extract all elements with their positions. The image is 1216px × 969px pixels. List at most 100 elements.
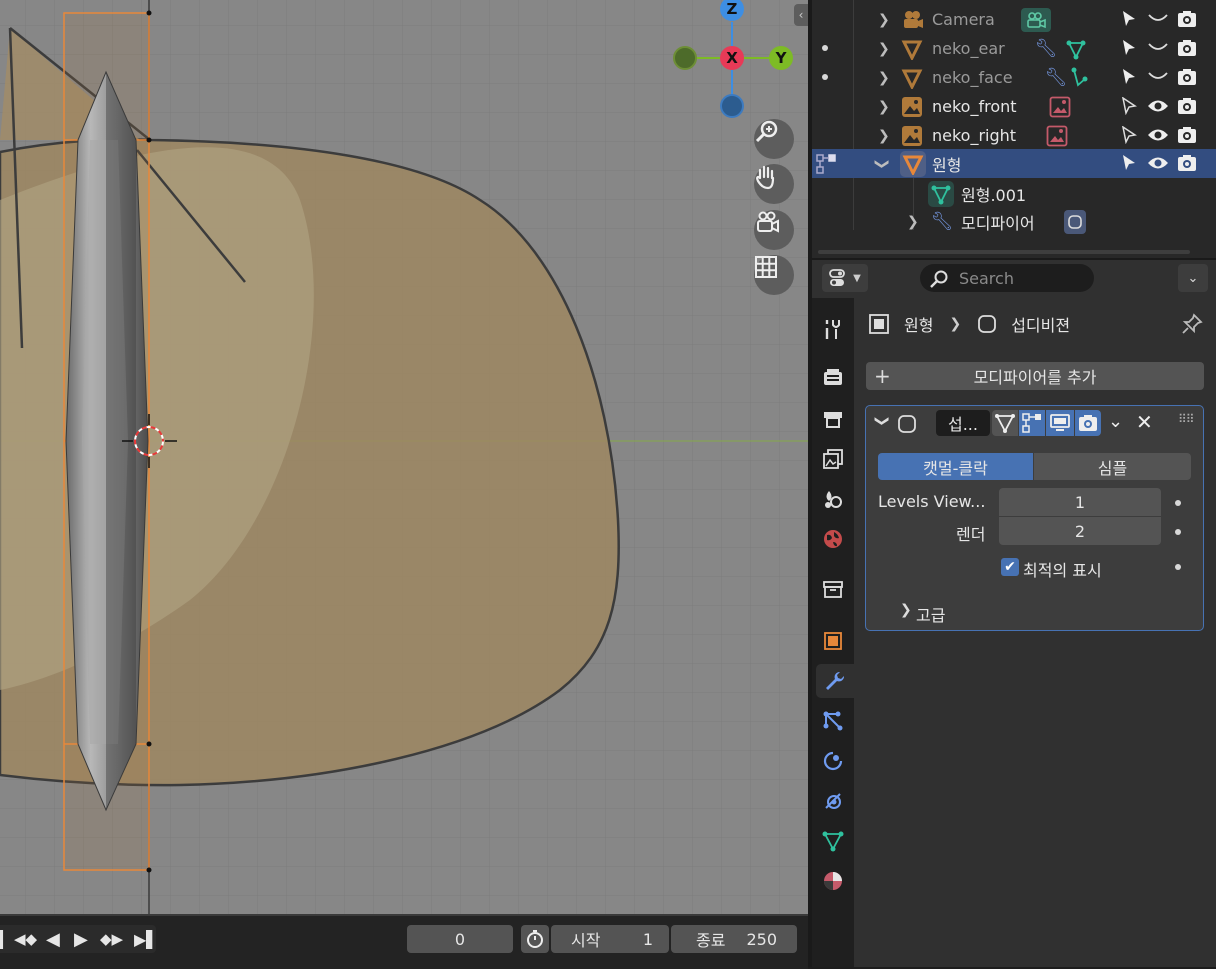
add-modifier-label: 모디파이어를 추가: [973, 368, 1097, 387]
modifier-name-field[interactable]: 섭...: [936, 410, 990, 436]
render-camera-icon[interactable]: [1176, 95, 1198, 117]
expand-chevron-icon[interactable]: ❯: [878, 99, 890, 115]
render-camera-icon[interactable]: [1176, 66, 1198, 88]
toggle-edit-mode[interactable]: [1019, 410, 1045, 436]
stopwatch-icon[interactable]: [521, 925, 549, 953]
tab-constraints[interactable]: [816, 784, 850, 818]
jump-end-icon[interactable]: ▶▌: [134, 930, 159, 949]
collapse-chevron-icon[interactable]: ❯: [874, 415, 890, 427]
3d-viewport[interactable]: ‹ Z X Y: [0, 0, 808, 914]
render-camera-icon[interactable]: [1176, 8, 1198, 30]
tab-scene[interactable]: [816, 482, 850, 516]
outliner-row-modifiers[interactable]: ❯ 🔧︎ 모디파이어: [812, 207, 1216, 236]
chevron-down-icon[interactable]: ⌄: [1108, 411, 1123, 432]
start-frame-field[interactable]: 시작 1: [551, 925, 669, 953]
start-frame-label: 시작: [571, 931, 601, 950]
unselectable-arrow-icon[interactable]: [1119, 96, 1139, 116]
hidden-eye-icon[interactable]: [1147, 9, 1169, 29]
next-keyframe-icon[interactable]: ◆▶: [100, 930, 123, 948]
gizmo-neg-z-axis[interactable]: [720, 94, 744, 118]
tab-physics[interactable]: [816, 744, 850, 778]
advanced-subpanel-label[interactable]: 고급: [916, 602, 945, 626]
hidden-eye-icon[interactable]: [1147, 38, 1169, 58]
prev-keyframe-icon[interactable]: ◀◆: [14, 930, 37, 948]
tab-object[interactable]: [816, 624, 850, 658]
gizmo-x-axis[interactable]: X: [720, 46, 744, 70]
toggle-on-cage[interactable]: [992, 410, 1018, 436]
expand-chevron-icon[interactable]: ❯: [900, 602, 912, 618]
edit-mode-icon[interactable]: [814, 152, 838, 176]
expand-chevron-icon[interactable]: ❯: [878, 12, 890, 28]
render-camera-icon[interactable]: [1176, 37, 1198, 59]
keyframe-dot[interactable]: [1175, 500, 1181, 506]
grid-icon[interactable]: [754, 255, 794, 295]
tab-render[interactable]: [816, 361, 850, 395]
selectable-arrow-icon[interactable]: [1119, 67, 1139, 87]
play-icon[interactable]: ▶: [74, 929, 88, 950]
tab-tool[interactable]: [816, 312, 850, 346]
tab-output[interactable]: [816, 402, 850, 436]
editor-type-dropdown[interactable]: ▼: [822, 264, 868, 292]
gizmo-y-axis[interactable]: Y: [769, 46, 793, 70]
outliner-scrollbar[interactable]: [818, 250, 1190, 254]
toggle-render[interactable]: [1075, 410, 1101, 436]
subdivision-modifier-icon[interactable]: [1064, 209, 1086, 234]
visible-eye-icon[interactable]: [1147, 125, 1169, 145]
selectable-arrow-icon[interactable]: [1119, 153, 1139, 173]
tab-simple-label: 심플: [1097, 458, 1128, 478]
expand-chevron-icon[interactable]: ❯: [907, 214, 919, 230]
modifier-name: 섭...: [948, 415, 978, 434]
visible-eye-icon[interactable]: [1147, 153, 1169, 173]
optimal-display-checkbox[interactable]: ✔: [1001, 558, 1019, 576]
mesh-data-icon[interactable]: [1064, 37, 1088, 61]
add-modifier-button[interactable]: + 모디파이어를 추가: [866, 362, 1204, 390]
camera-data-icon[interactable]: [1021, 7, 1051, 32]
tab-particles[interactable]: [816, 704, 850, 738]
toggle-viewport[interactable]: [1046, 410, 1074, 436]
tab-collection[interactable]: [816, 572, 850, 606]
selectable-arrow-icon[interactable]: [1119, 9, 1139, 29]
outliner-row-mesh-data[interactable]: 원형.001: [812, 179, 1216, 208]
render-camera-icon[interactable]: [1176, 124, 1198, 146]
jump-start-partial-icon[interactable]: ▌: [0, 930, 9, 949]
selectable-arrow-icon[interactable]: [1119, 38, 1139, 58]
visible-eye-icon[interactable]: [1147, 96, 1169, 116]
expand-chevron-icon[interactable]: ❯: [878, 41, 890, 57]
hidden-eye-icon[interactable]: [1147, 67, 1169, 87]
collapse-chevron-icon[interactable]: ❯: [874, 158, 890, 170]
levels-viewport-field[interactable]: 1: [999, 488, 1161, 516]
image-data-icon[interactable]: [1045, 124, 1069, 148]
tab-simple[interactable]: 심플: [1034, 453, 1191, 480]
end-frame-label: 종료: [696, 931, 726, 950]
tab-data[interactable]: [816, 824, 850, 858]
pin-icon[interactable]: [1180, 312, 1204, 340]
current-frame-field[interactable]: 0: [407, 925, 513, 953]
play-reverse-icon[interactable]: ◀: [46, 929, 60, 950]
close-icon[interactable]: ✕: [1136, 410, 1153, 434]
keyframe-dot[interactable]: [1175, 529, 1181, 535]
gizmo-neg-y-axis[interactable]: [673, 46, 697, 70]
drag-handle-icon[interactable]: ⠿⠿: [1178, 412, 1195, 426]
unselectable-arrow-icon[interactable]: [1119, 125, 1139, 145]
hand-icon[interactable]: [754, 164, 794, 204]
tab-catmull-clark[interactable]: 캣멀-클락: [878, 453, 1033, 480]
modifier-wrench-icon[interactable]: 🔧︎: [1044, 66, 1068, 90]
expand-chevron-icon[interactable]: ❯: [878, 70, 890, 86]
expand-chevron-icon[interactable]: ❯: [878, 128, 890, 144]
render-levels-field[interactable]: 2: [999, 517, 1161, 545]
keyframe-dot[interactable]: [1175, 564, 1181, 570]
collapse-arrow-icon[interactable]: ‹: [794, 4, 808, 26]
tab-view-layer[interactable]: [816, 442, 850, 476]
image-data-icon[interactable]: [1048, 95, 1072, 119]
tab-modifiers[interactable]: [816, 664, 854, 698]
tab-material[interactable]: [816, 864, 850, 898]
options-dropdown[interactable]: ⌄: [1178, 264, 1208, 292]
camera-icon[interactable]: [754, 210, 794, 250]
tab-world[interactable]: [816, 522, 850, 556]
modifier-wrench-icon[interactable]: 🔧︎: [1034, 37, 1058, 61]
render-camera-icon[interactable]: [1176, 152, 1198, 174]
zoom-icon[interactable]: [754, 119, 794, 159]
search-input[interactable]: Search: [920, 264, 1094, 292]
end-frame-field[interactable]: 종료 250: [671, 925, 797, 953]
curve-data-icon[interactable]: [1067, 66, 1091, 90]
